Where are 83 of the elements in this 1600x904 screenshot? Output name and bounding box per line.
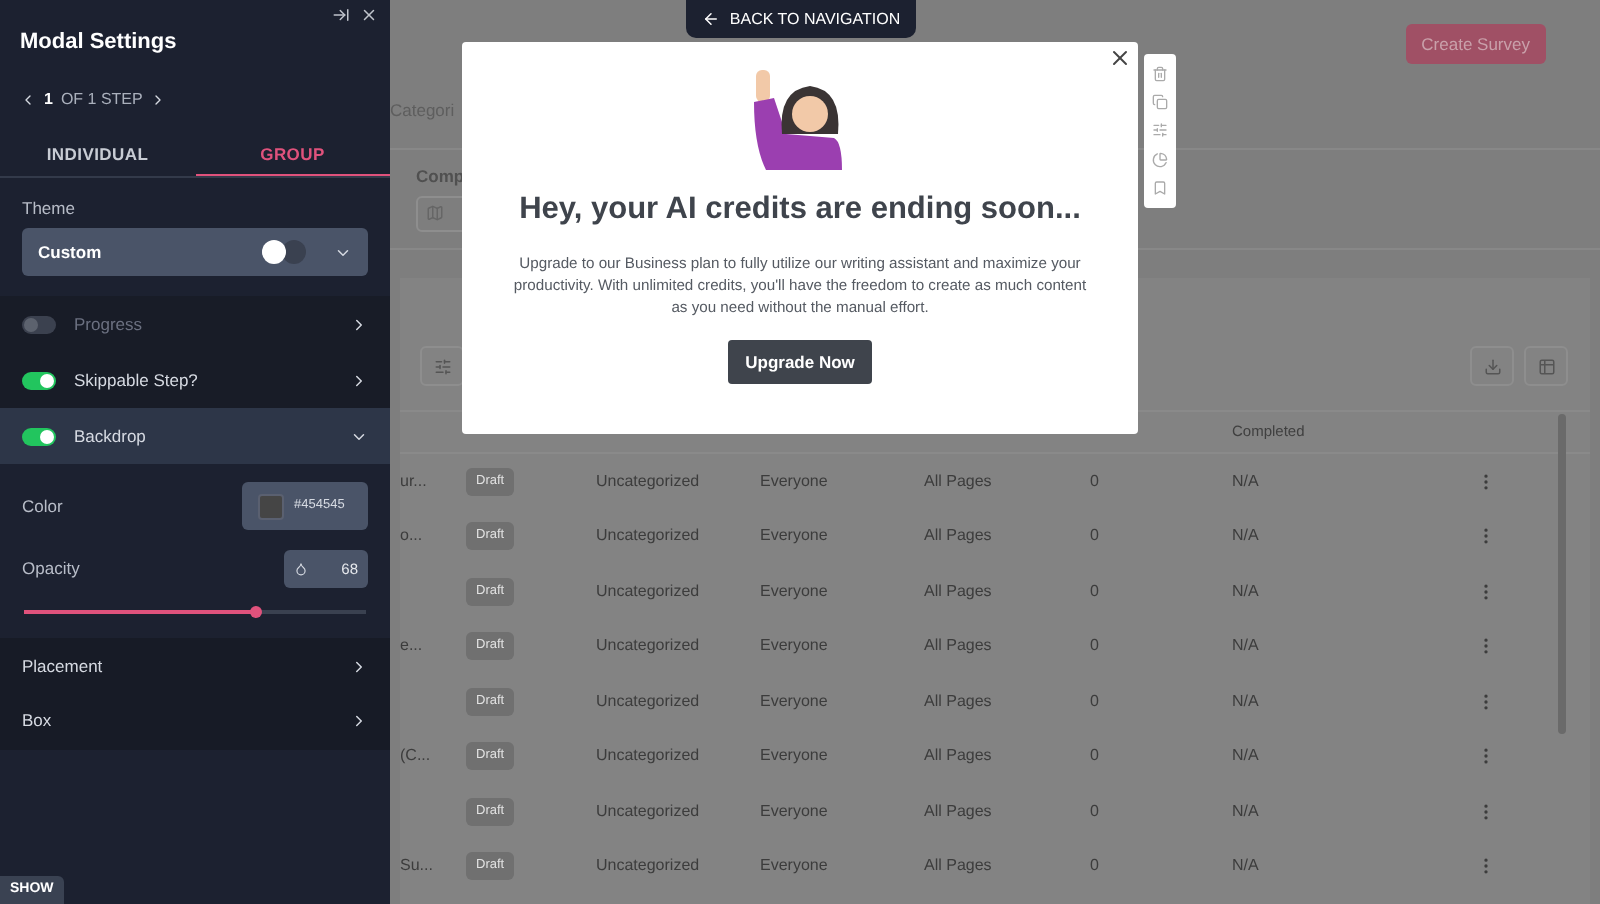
table-cell-text: Uncategorized	[596, 854, 702, 879]
table-cell-text: 0	[1090, 469, 1101, 494]
table-cell-text: All Pages	[924, 689, 994, 714]
trash-icon[interactable]	[1152, 66, 1168, 83]
table-cell-text: All Pages	[924, 524, 994, 549]
table-cell-text: 0	[1090, 744, 1101, 769]
table-cell-text: ur...	[400, 469, 429, 494]
table-cell-text: Everyone	[760, 799, 830, 824]
download-icon	[1483, 357, 1501, 375]
table-icon	[1537, 357, 1555, 375]
table-cell-text: Uncategorized	[596, 524, 702, 549]
table-cell-text: (C...	[400, 744, 433, 769]
table-cell-text: N/A	[1232, 469, 1261, 494]
pin-icon[interactable]	[332, 6, 350, 24]
opacity-label: Opacity	[22, 556, 80, 583]
table-cell-text: N/A	[1232, 689, 1261, 714]
chevron-right-icon	[350, 658, 368, 677]
table-cell-text: All Pages	[924, 579, 994, 604]
table-cell-text: Uncategorized	[596, 634, 702, 659]
table-cell-text: N/A	[1232, 854, 1261, 879]
table-cell-text: 0	[1090, 524, 1101, 549]
download-button[interactable]	[1470, 346, 1514, 386]
table-cell-text: N/A	[1232, 634, 1261, 659]
setting-row[interactable]: Skippable Step?	[0, 352, 390, 409]
table-cell-text: N/A	[1232, 579, 1261, 604]
table-cell-text: Everyone	[760, 689, 830, 714]
color-swatch	[258, 493, 284, 520]
table-cell-text: Uncategorized	[596, 469, 702, 494]
table-cell-text: N/A	[1232, 524, 1261, 549]
columns-button[interactable]	[1524, 346, 1568, 386]
previous-icon[interactable]	[20, 91, 36, 107]
step-label: OF 1 STEP	[60, 87, 143, 111]
table-cell-text: Everyone	[760, 854, 830, 879]
table-cell-text: Uncategorized	[596, 579, 702, 604]
close-icon[interactable]	[360, 6, 378, 24]
upgrade-button[interactable]: Upgrade Now	[727, 340, 873, 385]
close-icon[interactable]	[1108, 46, 1132, 70]
table-cell-text: All Pages	[924, 744, 994, 769]
copy-icon[interactable]	[1152, 94, 1168, 111]
table-cell-text: All Pages	[924, 854, 994, 879]
table-cell-text: 0	[1090, 854, 1101, 879]
table-cell-text: o...	[400, 524, 425, 549]
table-cell-text: Everyone	[760, 579, 830, 604]
table-cell-text: Uncategorized	[596, 689, 702, 714]
arrow-left-icon	[701, 10, 720, 28]
table-cell-text: Everyone	[760, 469, 830, 494]
table-cell-text: Everyone	[760, 744, 830, 769]
map-icon	[426, 204, 444, 223]
table-cell-text: All Pages	[924, 799, 994, 824]
step-current: 1	[44, 87, 53, 111]
modal-title: Hey, your AI credits are ending soon...	[519, 190, 1081, 230]
theme-select[interactable]: Custom	[22, 228, 368, 277]
bookmark-icon[interactable]	[1152, 179, 1168, 196]
table-cell-text: Uncategorized	[596, 799, 702, 824]
back-button[interactable]: BACK TO NAVIGATION	[686, 0, 916, 38]
table-cell-text: Everyone	[760, 634, 830, 659]
sliders-icon	[433, 357, 451, 375]
table-cell-text: 0	[1090, 579, 1101, 604]
tab[interactable]: INDIVIDUAL	[0, 135, 195, 175]
setting-row[interactable]: Box	[0, 694, 390, 749]
slider-thumb[interactable]	[250, 606, 263, 619]
table-cell-text: All Pages	[924, 634, 994, 659]
table-cell-text: 0	[1090, 799, 1101, 824]
setting-row[interactable]: Placement	[0, 640, 390, 695]
drop-icon	[294, 562, 308, 577]
chevron-right-icon	[350, 712, 368, 731]
table-cell-text: 0	[1090, 634, 1101, 659]
panel-title: Modal Settings	[18, 28, 179, 58]
toggle-switch[interactable]	[22, 427, 56, 446]
toggle-switch[interactable]	[22, 371, 56, 390]
table-cell-text: Su...	[400, 854, 435, 879]
chart-icon[interactable]	[1152, 151, 1168, 168]
sliders-icon[interactable]	[1152, 122, 1168, 139]
color-label: Color	[22, 493, 63, 520]
table-cell-text: Uncategorized	[596, 744, 702, 769]
theme-label: Theme	[20, 195, 77, 221]
table-cell-text: N/A	[1232, 744, 1261, 769]
setting-row[interactable]: Backdrop	[0, 408, 390, 465]
table-cell-text: Everyone	[760, 524, 830, 549]
table-cell-text: 0	[1090, 689, 1101, 714]
table-cell-text: e...	[400, 634, 425, 659]
table-cell-text: All Pages	[924, 469, 994, 494]
table-cell-text: N/A	[1232, 799, 1261, 824]
